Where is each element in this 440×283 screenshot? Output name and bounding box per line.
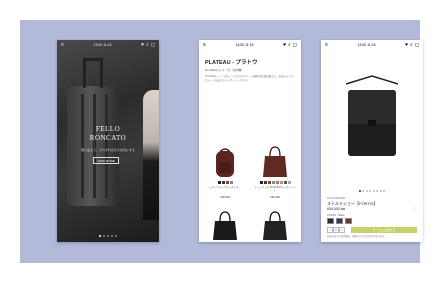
product-card[interactable] — [202, 209, 248, 242]
color-swatch[interactable] — [336, 218, 343, 224]
backpack-image — [216, 148, 234, 177]
menu-icon[interactable]: ≡ — [203, 42, 206, 48]
status-time: 13:00 11:15 — [357, 43, 376, 47]
bag-icon[interactable]: ◻ — [293, 42, 297, 48]
heart-icon[interactable]: ♥ — [141, 42, 144, 48]
quantity-stepper[interactable]: − 1 + — [327, 227, 345, 233]
product-image[interactable] — [321, 52, 423, 186]
increment-button[interactable]: + — [339, 227, 345, 233]
menu-icon[interactable]: ≡ — [325, 42, 328, 48]
slider-dots[interactable] — [57, 235, 159, 237]
carousel-dot[interactable] — [376, 190, 379, 192]
product-name: レザーブリーフケースです。 — [209, 186, 241, 189]
collection-description: PLATEAUシリーズはシンプルなデザインと機能性を兼ね備えた、毎日のビジネスシ… — [205, 75, 294, 82]
product-price: ¥35,200 — [270, 196, 280, 199]
heart-icon[interactable]: ♥ — [405, 42, 408, 48]
carousel-dot[interactable] — [379, 190, 382, 192]
menu-icon[interactable]: ≡ — [61, 42, 64, 48]
suitcase-image — [67, 58, 119, 206]
brand-line1: FELLO — [95, 125, 121, 133]
color-swatch[interactable] — [345, 218, 352, 224]
search-icon[interactable]: ⌕ — [146, 42, 149, 48]
phone-collection-screen: ≡ 13:00 11:15 ♥ ⌕ ◻ PLATEAU - プラトウ PLATE… — [199, 40, 301, 242]
color-swatches[interactable] — [202, 181, 248, 184]
product-card[interactable] — [252, 209, 298, 242]
collection-link[interactable]: PLATEAUシリーズ（全8種） — [205, 68, 244, 72]
status-time: 13:00 11:15 — [93, 43, 112, 47]
shoulder-bag-image — [345, 75, 399, 156]
color-swatches[interactable] — [327, 218, 352, 224]
product-brand: FOR FOREVER — [327, 197, 346, 200]
status-time: 13:00 11:15 — [235, 43, 254, 47]
brand-title: FELLO RONCATO — [57, 125, 159, 143]
phone-product-detail-screen: ≡ 13:00 11:15 ♥ ⌕ ◻ FOR FOREVER ストルテショー【… — [321, 40, 423, 242]
status-bar: ≡ 13:00 11:15 ♥ ⌕ ◻ — [57, 40, 159, 50]
carousel-dot[interactable] — [358, 190, 361, 192]
carousel-dot[interactable] — [362, 190, 365, 192]
image-carousel-dots[interactable] — [321, 190, 423, 192]
search-icon[interactable]: ⌕ — [288, 42, 291, 48]
product-grid: レザーブリーフケースです。 ¥38,500 トートバッグ [PLATEAU] レ… — [202, 144, 298, 242]
slider-dot[interactable] — [103, 235, 105, 237]
product-name: トートバッグ [PLATEAU] レザートート — [254, 186, 296, 192]
carousel-dot[interactable] — [365, 190, 368, 192]
tote-image — [263, 146, 287, 177]
heart-icon[interactable]: ♥ — [283, 42, 286, 48]
bag-icon[interactable]: ◻ — [151, 42, 155, 48]
color-label: COLOR：Black — [327, 214, 345, 217]
slider-dot[interactable] — [115, 235, 117, 237]
bag-icon[interactable]: ◻ — [415, 42, 419, 48]
add-to-cart-button[interactable]: カートに追加する — [351, 227, 417, 233]
carousel-dot[interactable] — [369, 190, 372, 192]
product-price: ¥34,000 tax — [327, 207, 346, 211]
model-image — [143, 90, 159, 220]
product-card[interactable]: トートバッグ [PLATEAU] レザートート ¥35,200 — [252, 144, 298, 206]
favorite-icon[interactable]: ♡ — [413, 207, 417, 213]
tote-image — [213, 211, 237, 240]
status-bar: ≡ 13:00 11:15 ♥ ⌕ ◻ — [199, 40, 301, 50]
tote-image — [263, 211, 287, 240]
slider-dot[interactable] — [99, 235, 101, 237]
delivery-note: お届けまでのお時間は、通常よりかかる場合があります。 — [327, 236, 387, 238]
status-bar: ≡ 13:00 11:15 ♥ ⌕ ◻ — [321, 40, 423, 50]
search-icon[interactable]: ⌕ — [410, 42, 413, 48]
carousel-dot[interactable] — [372, 190, 375, 192]
brand-line2: RONCATO — [89, 134, 127, 142]
hero-tagline: 旅に出よう、それぞれの日々を共にする — [80, 148, 136, 152]
slider-dot[interactable] — [111, 235, 113, 237]
presentation-background: ≡ 13:00 11:15 ♥ ⌕ ◻ FELLO RONCATO 旅に出よう、… — [20, 20, 423, 263]
product-price: ¥38,500 — [220, 196, 230, 199]
phone-home-screen: ≡ 13:00 11:15 ♥ ⌕ ◻ FELLO RONCATO 旅に出よう、… — [57, 40, 159, 242]
slider-dot[interactable] — [107, 235, 109, 237]
color-swatch[interactable] — [327, 218, 334, 224]
collection-title: PLATEAU - プラトウ — [205, 60, 258, 66]
product-card[interactable]: レザーブリーフケースです。 ¥38,500 — [202, 144, 248, 206]
carousel-dot[interactable] — [383, 190, 386, 192]
color-swatches[interactable] — [252, 181, 298, 184]
view-more-button[interactable]: VIEW MORE — [93, 157, 119, 164]
